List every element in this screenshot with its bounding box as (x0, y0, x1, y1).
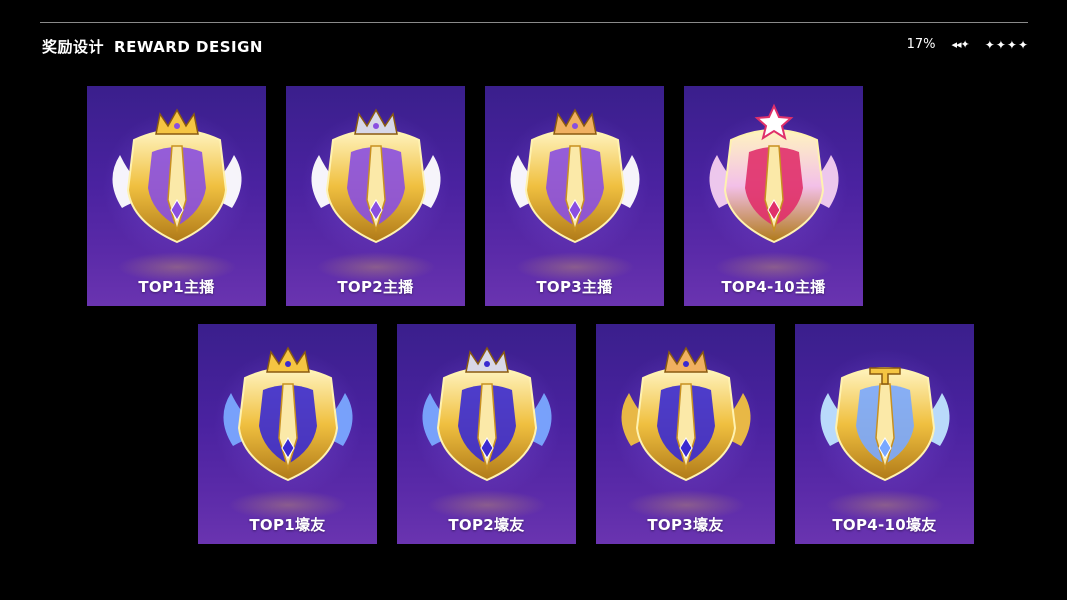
card-label: TOP4-10主播 (721, 278, 826, 296)
card-label: TOP2主播 (337, 278, 414, 296)
badge-icon (222, 346, 353, 482)
header-indicators: 17% ◂◂✦ ✦✦✦✦ (907, 37, 1029, 52)
page-title-en: REWARD DESIGN (114, 38, 263, 56)
reward-card[interactable]: TOP4-10主播 (684, 86, 863, 306)
crown-gem-icon (682, 361, 689, 367)
badge-icon (421, 346, 552, 482)
card-label: TOP2壕友 (448, 516, 525, 534)
header-divider (40, 22, 1028, 23)
crown-icon (663, 346, 708, 373)
card-label: TOP1壕友 (249, 516, 326, 534)
crown-icon (552, 108, 597, 135)
card-label: TOP3壕友 (647, 516, 724, 534)
reward-card[interactable]: TOP3壕友 (596, 324, 775, 544)
crown-gem-icon (173, 123, 180, 129)
badge-icon (509, 108, 640, 244)
progress-percent: 17% (906, 37, 936, 52)
crown-icon (154, 108, 199, 135)
nav-arrows-icon[interactable]: ◂◂✦ (952, 38, 970, 51)
crown-icon (265, 346, 310, 373)
badge-icon (819, 367, 950, 482)
reward-card[interactable]: TOP2主播 (286, 86, 465, 306)
badge-icon (620, 346, 751, 482)
card-label: TOP1主播 (138, 278, 215, 296)
crown-icon (353, 108, 398, 135)
crown-gem-icon (483, 361, 490, 367)
crown-gem-icon (571, 123, 578, 129)
reward-card[interactable]: TOP2壕友 (397, 324, 576, 544)
page-title-cn: 奖励设计 (42, 38, 105, 56)
reward-card[interactable]: TOP3主播 (485, 86, 664, 306)
badge-icon (310, 108, 441, 244)
page: 奖励设计 REWARD DESIGN 17% ◂◂✦ ✦✦✦✦ TOP1主播 TO… (0, 0, 1067, 600)
card-label: TOP3主播 (536, 278, 613, 296)
crown-icon (464, 346, 509, 373)
stars-icon: ✦✦✦✦ (984, 37, 1029, 52)
reward-card[interactable]: TOP1壕友 (198, 324, 377, 544)
badge-icon (111, 108, 242, 244)
reward-card[interactable]: TOP1主播 (87, 86, 266, 306)
reward-card[interactable]: TOP4-10壕友 (795, 324, 974, 544)
crown-gem-icon (284, 361, 291, 367)
badge-icon (708, 103, 839, 244)
crown-gem-icon (372, 123, 379, 129)
card-label: TOP4-10壕友 (832, 516, 937, 534)
page-title: 奖励设计 REWARD DESIGN (42, 36, 263, 57)
